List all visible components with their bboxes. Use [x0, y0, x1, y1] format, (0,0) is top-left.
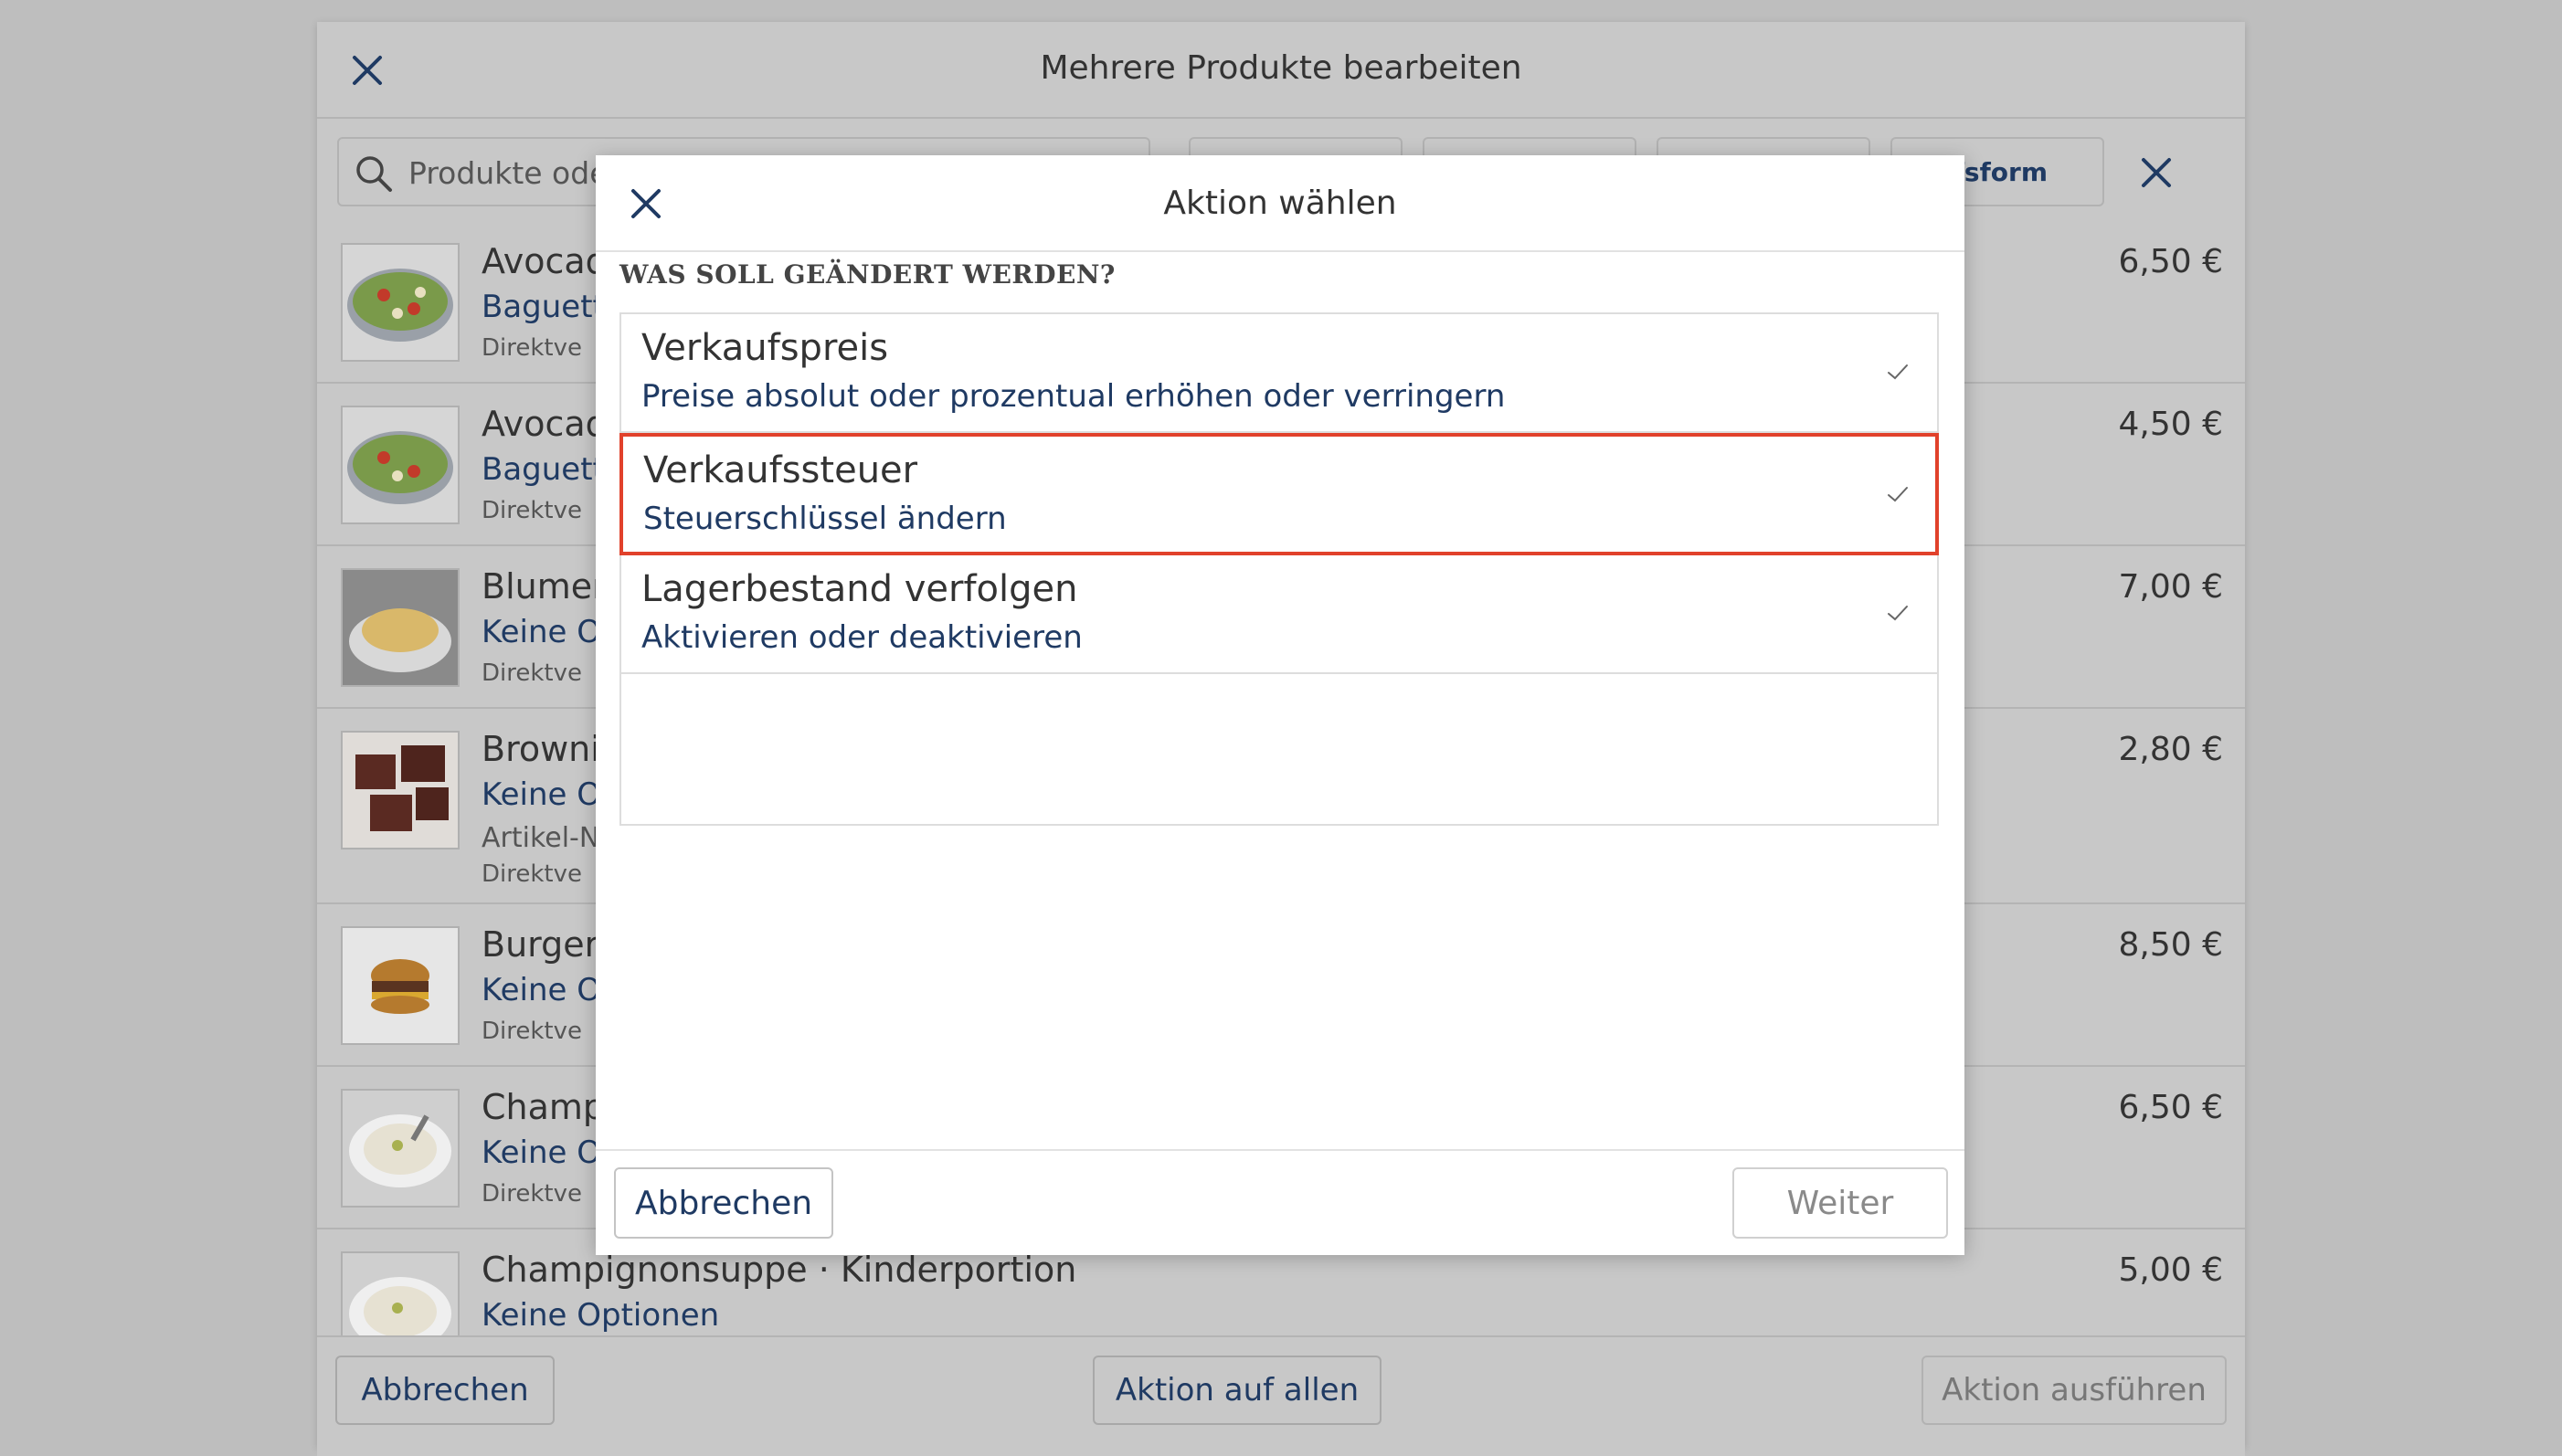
search-placeholder: Produkte oder [408, 155, 621, 191]
product-options: Baguett [482, 451, 605, 488]
search-icon [354, 153, 394, 194]
cancel-button[interactable]: Abbrechen [614, 1167, 833, 1239]
product-name: Browni [482, 729, 600, 769]
product-name: Champignonsuppe · Kinderportion [482, 1250, 1077, 1290]
product-price: 7,00 € [2118, 568, 2223, 606]
product-price: 4,50 € [2118, 406, 2223, 443]
product-thumbnail [341, 568, 460, 687]
sheet-footer: Abbrechen Aktion auf allen Aktion ausfüh… [317, 1335, 2245, 1456]
option-description: Aktivieren oder deaktivieren [641, 619, 1083, 656]
sheet-title: Mehrere Produkte bearbeiten [1040, 49, 1522, 87]
product-price: 2,80 € [2118, 731, 2223, 768]
action-on-all-button[interactable]: Aktion auf allen [1093, 1356, 1382, 1425]
cancel-button[interactable]: Abbrechen [335, 1356, 555, 1425]
product-price: 6,50 € [2118, 1089, 2223, 1126]
check-icon [1886, 484, 1910, 508]
option-description: Steuerschlüssel ändern [643, 501, 1007, 537]
option-title: Verkaufspreis [641, 327, 889, 369]
section-label: WAS SOLL GEÄNDERT WERDEN? [619, 259, 1116, 290]
product-name: Avocad [482, 241, 608, 281]
product-sales-type: Direktve [482, 659, 582, 687]
product-price: 5,00 € [2118, 1251, 2223, 1289]
product-name: Avocad [482, 404, 608, 444]
product-sales-type: Direktve [482, 497, 582, 524]
product-name: Burger [482, 924, 599, 965]
option-title: Lagerbestand verfolgen [641, 568, 1078, 610]
dialog-title: Aktion wählen [1163, 185, 1397, 222]
product-name: Champi [482, 1087, 615, 1127]
dialog-footer: Abbrechen Weiter [596, 1149, 1964, 1255]
product-price: 8,50 € [2118, 926, 2223, 964]
action-options-list: Verkaufspreis Preise absolut oder prozen… [619, 312, 1939, 826]
product-article-number: Artikel-N [482, 822, 600, 854]
product-price: 6,50 € [2118, 243, 2223, 280]
product-name: Blumer [482, 566, 607, 607]
check-icon [1886, 603, 1910, 627]
clear-filters-icon[interactable] [2141, 157, 2172, 188]
product-thumbnail [341, 406, 460, 524]
execute-action-button[interactable]: Aktion ausführen [1922, 1356, 2227, 1425]
product-sales-type: Direktve [482, 334, 582, 362]
sheet-header: Mehrere Produkte bearbeiten [317, 22, 2245, 119]
product-thumbnail [341, 1089, 460, 1208]
product-sales-type: Direktve [482, 1018, 582, 1045]
check-icon [1886, 362, 1910, 385]
product-sales-type: Direktve [482, 1180, 582, 1208]
choose-action-dialog: Aktion wählen WAS SOLL GEÄNDERT WERDEN? … [596, 155, 1964, 1255]
product-thumbnail [341, 731, 460, 849]
option-sales-price[interactable]: Verkaufspreis Preise absolut oder prozen… [621, 314, 1937, 433]
product-options: Baguett [482, 289, 605, 325]
option-title: Verkaufssteuer [643, 449, 918, 491]
product-thumbnail [341, 243, 460, 362]
option-track-inventory[interactable]: Lagerbestand verfolgen Aktivieren oder d… [621, 555, 1937, 674]
option-sales-tax[interactable]: Verkaufssteuer Steuerschlüssel ändern [619, 433, 1939, 555]
dialog-header: Aktion wählen [596, 155, 1964, 252]
next-button[interactable]: Weiter [1732, 1167, 1948, 1239]
product-thumbnail [341, 926, 460, 1045]
product-options: Keine Optionen [482, 1297, 720, 1334]
product-sales-type: Direktve [482, 860, 582, 888]
option-description: Preise absolut oder prozentual erhöhen o… [641, 378, 1506, 415]
